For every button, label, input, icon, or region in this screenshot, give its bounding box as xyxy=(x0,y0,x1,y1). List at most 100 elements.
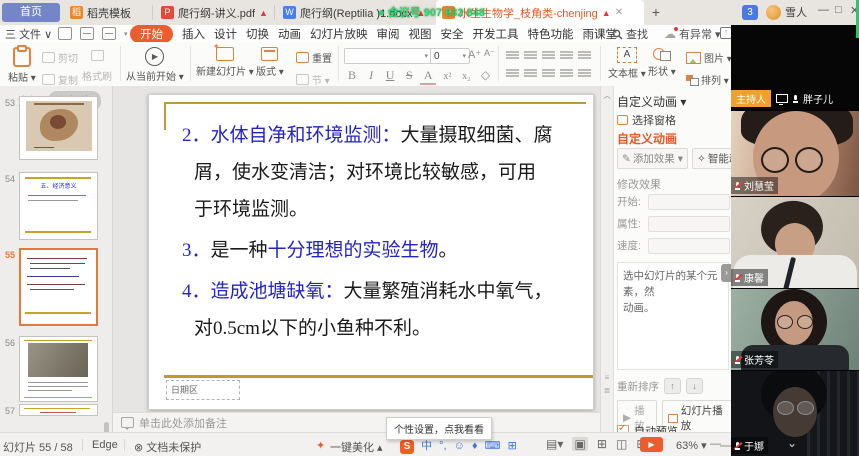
font-size-combo[interactable]: 0▾ xyxy=(430,48,470,64)
quick-access-dropdown-icon[interactable]: ▾ xyxy=(124,30,128,38)
participant-tile[interactable]: 刘慧莹 xyxy=(731,111,859,196)
thumbnail-slide-56[interactable] xyxy=(19,336,98,402)
zoom-level[interactable]: 63% ▾ xyxy=(676,439,707,452)
participant-tile[interactable]: 张芳苓 xyxy=(731,289,859,370)
notes-view-icon[interactable]: ▤▾ xyxy=(546,437,563,451)
slide-sorter-icon[interactable]: ⊞ xyxy=(597,437,607,451)
italic-button[interactable]: I xyxy=(363,68,379,83)
layout-button[interactable]: 版式 ▾ xyxy=(256,47,284,78)
superscript-button[interactable]: x² xyxy=(439,71,455,82)
notes-bar[interactable]: 单击此处添加备注 xyxy=(113,412,600,432)
date-placeholder[interactable]: 日期区 xyxy=(166,380,240,400)
tab-home[interactable]: 首页 xyxy=(2,3,60,22)
tab-count-badge[interactable]: 3 xyxy=(742,5,758,20)
selection-pane-button[interactable]: 选择窗格 xyxy=(617,112,676,128)
normal-view-icon[interactable]: ▣ xyxy=(572,437,587,451)
start-field[interactable] xyxy=(648,194,730,210)
cloud-sync-status[interactable]: ☁ 有异常 ▾ xyxy=(664,26,721,42)
line-spacing-icon[interactable] xyxy=(578,68,591,78)
reorder-up-button[interactable]: ↑ xyxy=(664,378,681,394)
numbering-icon[interactable] xyxy=(524,50,537,60)
menu-transition[interactable]: 切换 xyxy=(246,26,269,42)
cut-button[interactable]: 剪切 xyxy=(42,50,78,65)
pane-tab-icon[interactable]: ≣ xyxy=(601,386,613,395)
text-direction-icon[interactable] xyxy=(578,50,591,60)
menu-slideshow[interactable]: 幻灯片放映 xyxy=(310,26,368,42)
one-key-beautify-button[interactable]: 一键美化 ▴ xyxy=(330,439,383,455)
decrease-indent-icon[interactable] xyxy=(542,50,555,60)
maximize-button[interactable]: □ xyxy=(835,4,842,16)
document-protection-status[interactable]: ⊗ 文档未保护 xyxy=(134,439,201,455)
menu-design[interactable]: 设计 xyxy=(214,26,237,42)
shrink-font-button[interactable]: A⁻ xyxy=(484,48,495,59)
file-menu[interactable]: 三 文件 ∨ xyxy=(5,26,52,42)
slideshow-button[interactable]: ▶ xyxy=(640,437,663,452)
minimize-button[interactable]: — xyxy=(818,4,829,16)
underline-button[interactable]: U xyxy=(382,68,398,83)
save-icon[interactable] xyxy=(58,27,72,40)
font-family-combo[interactable]: ▾ xyxy=(344,48,432,64)
bullets-icon[interactable] xyxy=(506,50,519,60)
slide-55[interactable]: 2．水体自净和环境监测：大量摄取细菌、腐 屑，使水变清洁；对环境比较敏感，可用 … xyxy=(148,94,594,410)
participant-tile[interactable]: 康馨 xyxy=(731,197,859,288)
increase-indent-icon[interactable] xyxy=(560,50,573,60)
thumbnail-slide-53[interactable] xyxy=(19,96,98,160)
strikethrough-button[interactable]: S xyxy=(401,68,417,83)
copy-button[interactable]: 复制 xyxy=(42,72,78,87)
thumbnail-slide-54[interactable]: 五、经济意义 xyxy=(19,172,98,240)
align-center-icon[interactable] xyxy=(524,68,537,78)
tab-docer[interactable]: 稻 稻壳模板 xyxy=(64,0,162,25)
slide-body-text[interactable]: 2．水体自净和环境监测：大量摄取细菌、腐 屑，使水变清洁；对环境比较敏感，可用 … xyxy=(182,117,584,347)
font-color-button[interactable]: A xyxy=(420,68,436,85)
zoom-out-button[interactable]: — xyxy=(710,438,721,450)
clear-format-button[interactable]: ◇ xyxy=(477,68,493,83)
picture-button[interactable]: 图片 ▾ xyxy=(686,50,732,65)
shapes-button[interactable]: 形状 ▾ xyxy=(648,47,676,78)
pane-title[interactable]: 自定义动画 ▾ xyxy=(617,93,686,110)
menu-insert[interactable]: 插入 xyxy=(182,26,205,42)
paste-button[interactable]: 粘贴 ▾ xyxy=(8,47,36,84)
reset-button[interactable]: 重置 xyxy=(296,50,332,65)
menu-view[interactable]: 视图 xyxy=(409,26,432,42)
new-slide-button[interactable]: 新建幻灯片 ▾ xyxy=(196,47,254,78)
settings-tooltip[interactable]: 个性设置，点我看看 xyxy=(386,417,492,440)
add-effect-button[interactable]: ✎添加效果 ▾ xyxy=(617,148,688,169)
print-icon[interactable] xyxy=(80,27,94,40)
format-painter-button[interactable]: 格式刷 xyxy=(82,50,112,83)
thumbnail-slide-55-selected[interactable] xyxy=(19,248,98,326)
menu-review[interactable]: 审阅 xyxy=(377,26,400,42)
new-tab-button[interactable]: + xyxy=(646,3,666,22)
reading-view-icon[interactable]: ◫ xyxy=(616,437,627,451)
participant-tile[interactable]: 于娜 ⌄ xyxy=(731,371,859,456)
align-left-icon[interactable] xyxy=(506,68,519,78)
arrange-button[interactable]: 排列 ▾ xyxy=(686,72,732,87)
align-right-icon[interactable] xyxy=(542,68,555,78)
collapse-icon[interactable]: ︿ xyxy=(601,90,613,101)
section-button[interactable]: 节 ▾ xyxy=(296,72,332,87)
menu-start[interactable]: 开始 xyxy=(130,25,173,43)
zoom-slider[interactable] xyxy=(720,445,731,447)
print-preview-icon[interactable] xyxy=(102,27,116,40)
property-field[interactable] xyxy=(648,216,730,232)
play-from-current-button[interactable]: ▶ 从当前开始 ▾ xyxy=(126,47,184,83)
account-entry[interactable]: 雪人 xyxy=(766,4,807,20)
pane-collapse-strip[interactable]: ︿ ≡ ≣ xyxy=(601,86,614,432)
find-button[interactable]: 查找 xyxy=(612,26,648,42)
reorder-down-button[interactable]: ↓ xyxy=(686,378,703,394)
grow-font-button[interactable]: A⁺ xyxy=(468,48,481,61)
menu-security[interactable]: 安全 xyxy=(441,26,464,42)
more-participants-chevron[interactable]: ⌄ xyxy=(787,436,797,450)
participant-tile-host[interactable]: 主持人 胖子儿 xyxy=(731,25,859,110)
justify-icon[interactable] xyxy=(560,68,573,78)
bold-button[interactable]: B xyxy=(344,68,360,83)
subscript-button[interactable]: x₂ xyxy=(458,71,474,82)
animation-list[interactable]: 选中幻灯片的某个元素，然 动画。 xyxy=(617,262,729,370)
menu-animation[interactable]: 动画 xyxy=(278,26,301,42)
close-tab-icon[interactable]: ✕ xyxy=(615,7,623,18)
speed-field[interactable] xyxy=(648,238,730,254)
mode-label[interactable]: Edge xyxy=(92,439,118,451)
tab-pdf-document[interactable]: P 爬行纲-讲义.pdf ▲ xyxy=(155,0,283,25)
textbox-button[interactable]: A 文本框 ▾ xyxy=(608,47,646,80)
menu-features[interactable]: 特色功能 xyxy=(528,26,574,42)
thumbnail-slide-57-partial[interactable] xyxy=(19,404,98,416)
